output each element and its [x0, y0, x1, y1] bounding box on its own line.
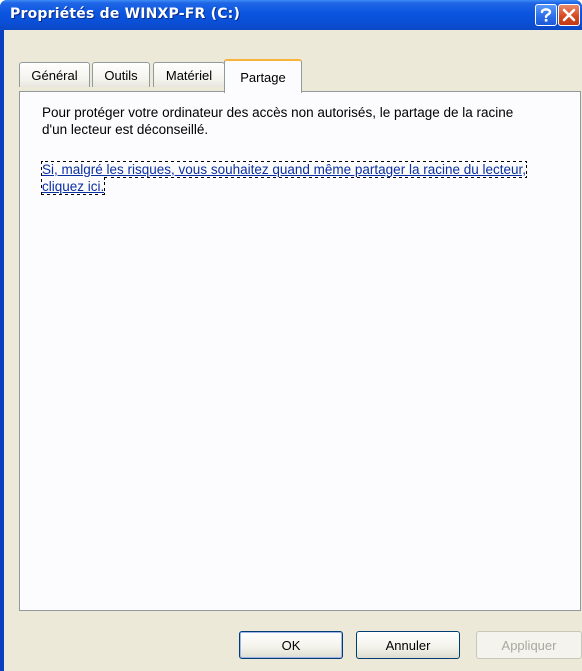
tab-partage-label: Partage — [240, 69, 286, 85]
properties-window: Propriétés de WINXP-FR (C:) Général Outi… — [0, 0, 582, 671]
sharing-warning-text: Pour protéger votre ordinateur des accès… — [42, 105, 514, 137]
tab-general-label: Général — [31, 67, 78, 83]
help-button[interactable] — [535, 4, 557, 26]
apply-button-label: Appliquer — [501, 637, 557, 653]
apply-button[interactable]: Appliquer — [476, 631, 582, 659]
tab-panel-partage: Pour protéger votre ordinateur des accès… — [19, 91, 581, 611]
cancel-button-label: Annuler — [385, 637, 431, 653]
ok-button[interactable]: OK — [239, 631, 343, 659]
close-icon — [562, 8, 576, 22]
tab-partage[interactable]: Partage — [224, 59, 302, 93]
tab-outils-label: Outils — [104, 67, 138, 83]
title-bar[interactable]: Propriétés de WINXP-FR (C:) — [0, 0, 582, 30]
close-button[interactable] — [558, 4, 580, 26]
question-mark-icon — [539, 7, 553, 23]
tab-outils[interactable]: Outils — [92, 62, 150, 87]
tab-materiel[interactable]: Matériel — [153, 62, 225, 87]
tab-materiel-label: Matériel — [165, 67, 213, 83]
tab-general[interactable]: Général — [19, 62, 90, 87]
ok-button-label: OK — [281, 637, 301, 653]
cancel-button[interactable]: Annuler — [356, 631, 460, 659]
window-title: Propriétés de WINXP-FR (C:) — [10, 6, 241, 22]
share-root-link-text: Si, malgré les risques, vous souhaitez q… — [40, 161, 528, 195]
share-root-link[interactable]: Si, malgré les risques, vous souhaitez q… — [40, 161, 532, 195]
